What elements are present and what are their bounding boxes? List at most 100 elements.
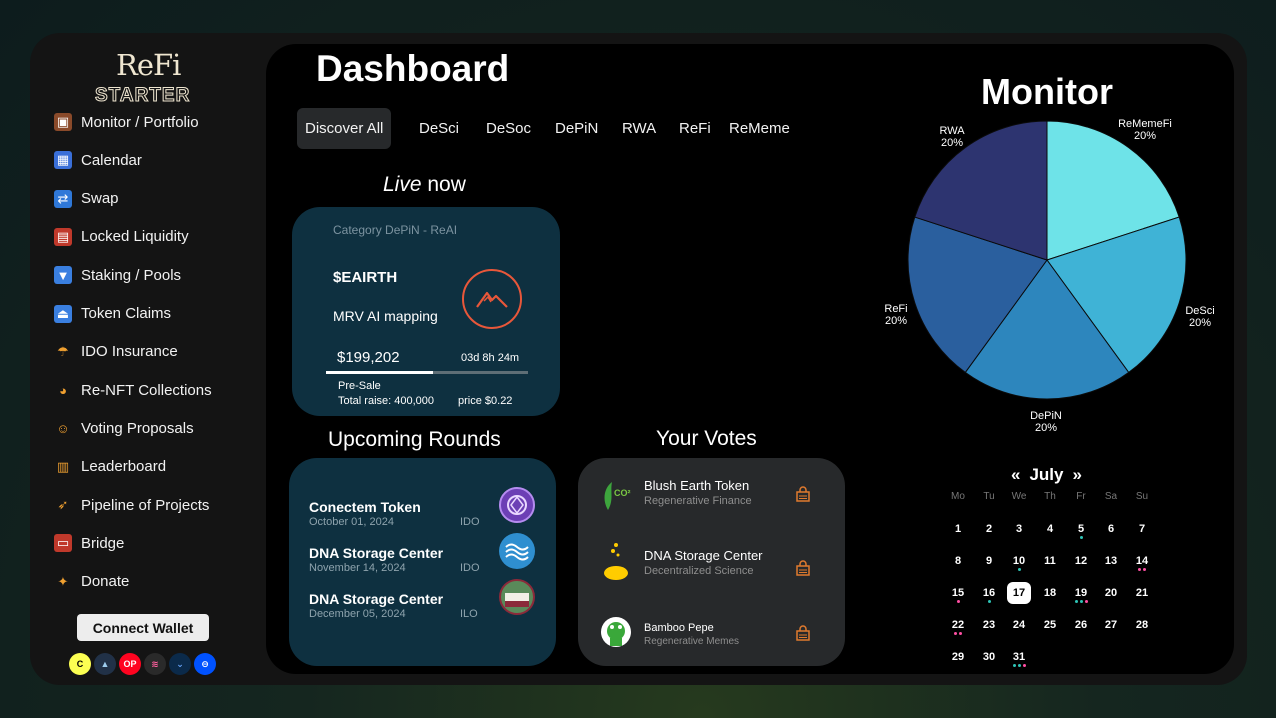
calendar-day[interactable]: 6 [1100,519,1122,539]
pie-label-name: RWA [939,125,965,137]
tab-rememe[interactable]: ReMeme [729,108,790,149]
tab-desci[interactable]: DeSci [419,108,459,149]
sidebar-item[interactable]: ☂ IDO Insurance [54,340,178,364]
calendar-day[interactable]: 4 [1039,519,1061,539]
abacus-icon: ▤ [54,227,72,246]
tab-desoc[interactable]: DeSoc [486,108,531,149]
upcoming-rounds-panel: Conectem Token October 01, 2024 IDO DNA … [289,458,556,666]
calendar-day[interactable]: 31 [1008,647,1030,667]
calendar-day[interactable]: 14 [1131,551,1153,571]
sidebar-item[interactable]: ➶ Pipeline of Projects [54,493,210,517]
calendar-day[interactable]: 24 [1008,615,1030,635]
sidebar-item-label: Token Claims [81,305,172,322]
bridge-icon: ▭ [54,534,72,553]
calendar-day[interactable]: 18 [1039,583,1061,603]
sidebar-item[interactable]: ▣ Monitor / Portfolio [54,110,199,134]
lock-icon[interactable] [796,625,810,641]
calendar-day[interactable]: 27 [1100,615,1122,635]
next-month-button[interactable]: » [1073,465,1082,485]
calendar-day-number: 10 [1012,555,1026,567]
calendar-day[interactable]: 22 [947,615,969,635]
weekday-label: Tu [983,491,995,502]
person-vote-icon: ☺ [56,420,70,436]
optimism-icon[interactable]: OP [119,653,141,675]
sidebar-item-label: Pipeline of Projects [81,496,210,514]
calendar-day[interactable]: 13 [1100,551,1122,571]
event-dots [1070,536,1092,539]
calendar-month: July [1029,465,1064,484]
lock-icon[interactable] [796,486,810,502]
umbrella-icon: ☂ [57,343,69,359]
calendar-day[interactable]: 21 [1131,583,1153,603]
calendar-day-number: 22 [951,619,965,631]
sidebar-item[interactable]: ◕ Re-NFT Collections [54,378,212,402]
tab-rwa[interactable]: RWA [622,108,656,149]
pie-label-name: DeSci [1185,305,1215,317]
chain-selector: C ▲ OP ≋ ⌄ ⊖ [69,653,216,675]
calendar-day[interactable]: 19 [1070,583,1092,603]
sidebar-item-label: Bridge [81,534,125,552]
calendar-day[interactable]: 17 [1007,582,1031,604]
event-dot [1084,600,1088,603]
event-dot [1022,664,1026,667]
calendar-day[interactable]: 30 [978,647,1000,667]
ribbon-icon: ✦ [57,573,69,589]
aurora-icon[interactable]: ≋ [144,653,166,675]
calendar-day-number: 16 [982,587,996,599]
pie-label-percent: 20% [884,315,908,327]
connect-wallet-button[interactable]: Connect Wallet [77,614,209,641]
your-votes-panel: CO² Blush Earth Token Regenerative Finan… [578,458,845,666]
card-stage: Pre-Sale [338,380,381,392]
pie-label: DePiN 20% [1016,410,1076,434]
event-dots [947,600,969,603]
sidebar-item[interactable]: ▤ Locked Liquidity [54,225,189,249]
calendar-day[interactable]: 16 [978,583,1000,603]
calendar-day[interactable]: 9 [978,551,1000,571]
card-category: Category DePiN - ReAI [333,223,458,237]
tab-discover-all[interactable]: Discover All [297,108,392,149]
event-dots [978,600,1000,603]
sidebar-item[interactable]: ☺ Voting Proposals [54,416,193,440]
calendar-day[interactable]: 29 [947,647,969,667]
event-dot [956,600,960,603]
calendar-day[interactable]: 2 [978,519,1000,539]
calendar-day-number: 29 [951,651,965,663]
sidebar-item[interactable]: ▭ Bridge [54,531,124,555]
live-project-card[interactable]: Category DePiN - ReAI $EAIRTH MRV AI map… [292,207,560,416]
arbitrum-icon[interactable]: ▲ [94,653,116,675]
calendar-day[interactable]: 15 [947,583,969,603]
event-dot [987,600,991,603]
prev-month-button[interactable]: « [1011,465,1020,485]
calendar-day[interactable]: 3 [1008,519,1030,539]
sidebar-item[interactable]: ⇄ Swap [54,187,119,211]
base-icon[interactable]: ⊖ [194,653,216,675]
lock-icon[interactable] [796,560,810,576]
calendar-day[interactable]: 1 [947,519,969,539]
calendar-day[interactable]: 20 [1100,583,1122,603]
sidebar-item[interactable]: ▥ Leaderboard [54,455,166,479]
pie-label: ReMemeFi 20% [1115,118,1175,142]
event-dot [1012,664,1016,667]
calendar-day[interactable]: 11 [1039,551,1061,571]
calendar-day[interactable]: 25 [1039,615,1061,635]
calendar-day[interactable]: 23 [978,615,1000,635]
tab-refi[interactable]: ReFi [679,108,711,149]
sidebar-item[interactable]: ▼ Staking / Pools [54,263,181,287]
sidebar-item[interactable]: ▦ Calendar [54,148,142,172]
card-time-left: 03d 8h 24m [461,352,520,364]
event-dot [959,632,962,635]
celo-icon[interactable]: C [69,653,91,675]
calendar-day[interactable]: 5 [1070,519,1092,539]
calendar-day[interactable]: 10 [1008,551,1030,571]
calendar-day[interactable]: 8 [947,551,969,571]
calendar-day[interactable]: 28 [1131,615,1153,635]
sidebar-item[interactable]: ⏏ Token Claims [54,302,171,326]
calendar-day[interactable]: 12 [1070,551,1092,571]
round-name: DNA Storage Center [309,591,444,607]
calendar-day[interactable]: 26 [1070,615,1092,635]
calendar-day[interactable]: 7 [1131,519,1153,539]
sidebar-item[interactable]: ✦ Donate [54,570,130,594]
event-dot [1074,600,1078,603]
shield-chain-icon[interactable]: ⌄ [169,653,191,675]
tab-depin[interactable]: DePiN [555,108,598,149]
